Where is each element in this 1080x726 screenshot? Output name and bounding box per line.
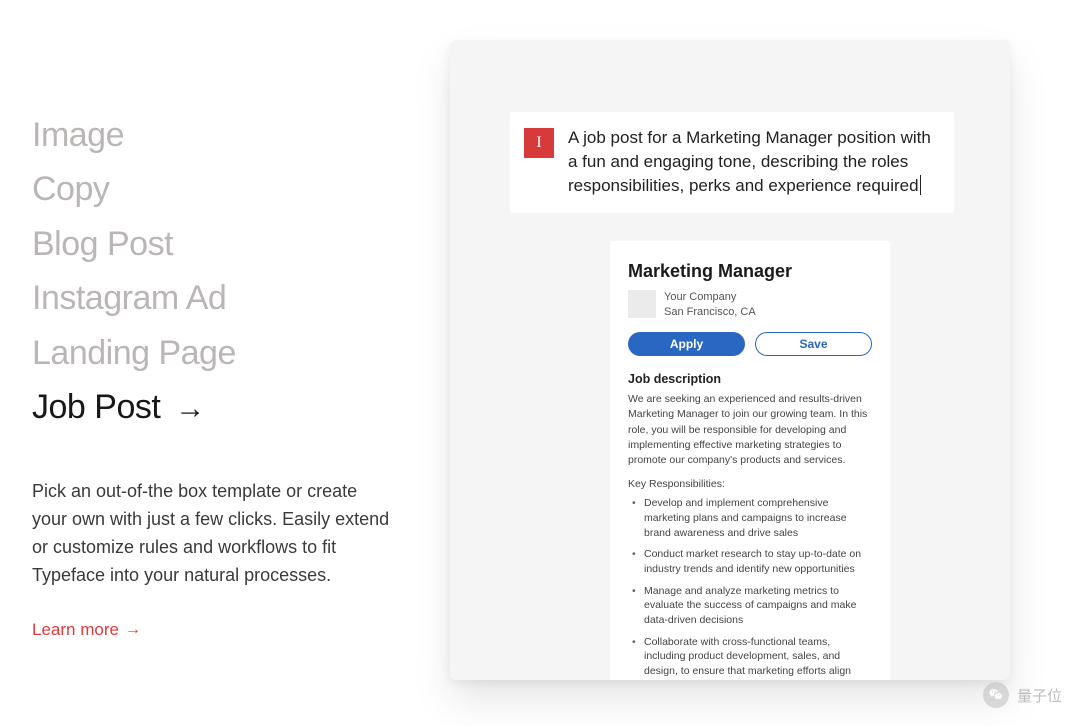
list-item: Develop and implement comprehensive mark…	[632, 496, 872, 540]
company-location: San Francisco, CA	[664, 305, 756, 320]
arrow-right-icon: →	[125, 621, 141, 639]
watermark-text: 量子位	[1017, 685, 1062, 706]
job-card: Marketing Manager Your Company San Franc…	[610, 241, 890, 680]
wechat-icon	[983, 682, 1009, 708]
learn-more-link[interactable]: Learn more →	[32, 620, 141, 640]
text-cursor-icon	[920, 175, 921, 195]
prompt-text: A job post for a Marketing Manager posit…	[568, 126, 938, 197]
template-item-image[interactable]: Image	[32, 108, 412, 162]
template-item-landing-page[interactable]: Landing Page	[32, 326, 412, 380]
template-item-job-post[interactable]: Job Post →	[32, 380, 412, 434]
left-column: Image Copy Blog Post Instagram Ad Landin…	[32, 40, 412, 686]
list-item: Manage and analyze marketing metrics to …	[632, 584, 872, 628]
watermark: 量子位	[983, 682, 1062, 708]
save-button[interactable]: Save	[755, 332, 872, 356]
template-label: Blog Post	[32, 225, 173, 263]
template-item-blog-post[interactable]: Blog Post	[32, 217, 412, 271]
prompt-block[interactable]: I A job post for a Marketing Manager pos…	[510, 112, 954, 213]
section-body: We are seeking an experienced and result…	[628, 392, 872, 468]
template-label: Image	[32, 116, 124, 154]
button-row: Apply Save	[628, 332, 872, 356]
template-item-instagram-ad[interactable]: Instagram Ad	[32, 271, 412, 325]
job-title: Marketing Manager	[628, 261, 872, 282]
company-name: Your Company	[664, 290, 756, 305]
prompt-icon-letter: I	[536, 135, 541, 151]
save-label: Save	[799, 337, 827, 351]
apply-label: Apply	[670, 337, 703, 351]
right-column: I A job post for a Marketing Manager pos…	[412, 40, 1048, 686]
template-label: Instagram Ad	[32, 279, 226, 317]
learn-more-label: Learn more	[32, 620, 119, 640]
arrow-right-icon: →	[175, 385, 205, 433]
template-list: Image Copy Blog Post Instagram Ad Landin…	[32, 108, 412, 434]
template-label: Landing Page	[32, 334, 236, 372]
section-title: Job description	[628, 372, 872, 386]
responsibilities-list: Develop and implement comprehensive mark…	[628, 496, 872, 680]
description-text: Pick an out-of-the box template or creat…	[32, 478, 392, 590]
list-item: Conduct market research to stay up-to-da…	[632, 547, 872, 576]
prompt-text-content: A job post for a Marketing Manager posit…	[568, 128, 931, 195]
responsibilities-heading: Key Responsibilities:	[628, 478, 872, 490]
preview-card: I A job post for a Marketing Manager pos…	[450, 40, 1010, 680]
company-info: Your Company San Francisco, CA	[664, 290, 756, 320]
template-item-copy[interactable]: Copy	[32, 162, 412, 216]
apply-button[interactable]: Apply	[628, 332, 745, 356]
list-item: Collaborate with cross-functional teams,…	[632, 635, 872, 680]
template-label: Job Post	[32, 388, 160, 426]
company-avatar	[628, 290, 656, 318]
template-label: Copy	[32, 170, 109, 208]
prompt-app-icon: I	[524, 128, 554, 158]
company-row: Your Company San Francisco, CA	[628, 290, 872, 320]
